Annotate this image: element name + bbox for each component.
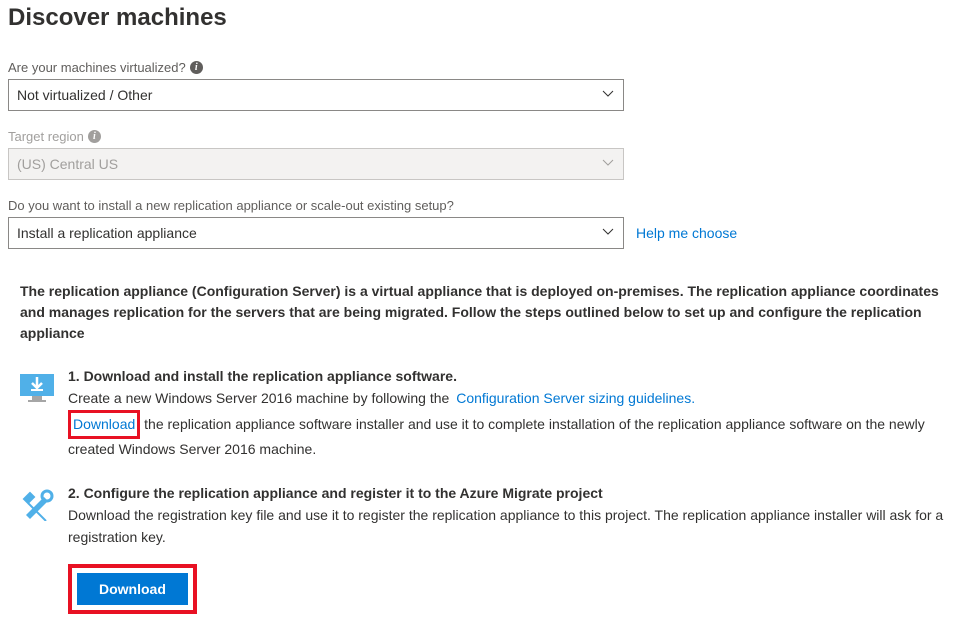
virtualized-select[interactable]: Not virtualized / Other [8,79,624,111]
install-label: Do you want to install a new replication… [8,198,971,213]
config-sizing-link[interactable]: Configuration Server sizing guidelines. [456,390,695,406]
info-icon[interactable]: i [88,130,101,143]
info-icon[interactable]: i [190,61,203,74]
download-button[interactable]: Download [77,573,188,605]
step-2-text: Download the registration key file and u… [68,505,971,548]
install-field: Do you want to install a new replication… [8,198,971,249]
page-title: Discover machines [8,4,971,32]
download-link-highlight: Download [68,410,140,440]
step-2: 2. Configure the replication appliance a… [20,485,971,614]
region-field: Target region i (US) Central US [8,129,971,180]
region-label: Target region i [8,129,971,144]
help-me-choose-link[interactable]: Help me choose [636,225,737,241]
install-select-value[interactable]: Install a replication appliance [8,217,624,249]
step-1: 1. Download and install the replication … [20,368,971,461]
download-software-link[interactable]: Download [73,416,135,432]
step-1-text-b: the replication appliance software insta… [68,416,925,458]
step-1-title: 1. Download and install the replication … [68,368,971,384]
download-button-highlight: Download [68,564,197,614]
install-label-text: Do you want to install a new replication… [8,198,454,213]
virtualized-select-value[interactable]: Not virtualized / Other [8,79,624,111]
step-2-title: 2. Configure the replication appliance a… [68,485,971,501]
region-select-value: (US) Central US [8,148,624,180]
install-select[interactable]: Install a replication appliance [8,217,624,249]
virtualized-label-text: Are your machines virtualized? [8,60,186,75]
region-select: (US) Central US [8,148,624,180]
tools-icon [20,485,68,614]
virtualized-label: Are your machines virtualized? i [8,60,971,75]
virtualized-field: Are your machines virtualized? i Not vir… [8,60,971,111]
region-label-text: Target region [8,129,84,144]
intro-text: The replication appliance (Configuration… [20,281,960,344]
step-1-text-a: Create a new Windows Server 2016 machine… [68,390,453,406]
download-monitor-icon [20,368,68,461]
